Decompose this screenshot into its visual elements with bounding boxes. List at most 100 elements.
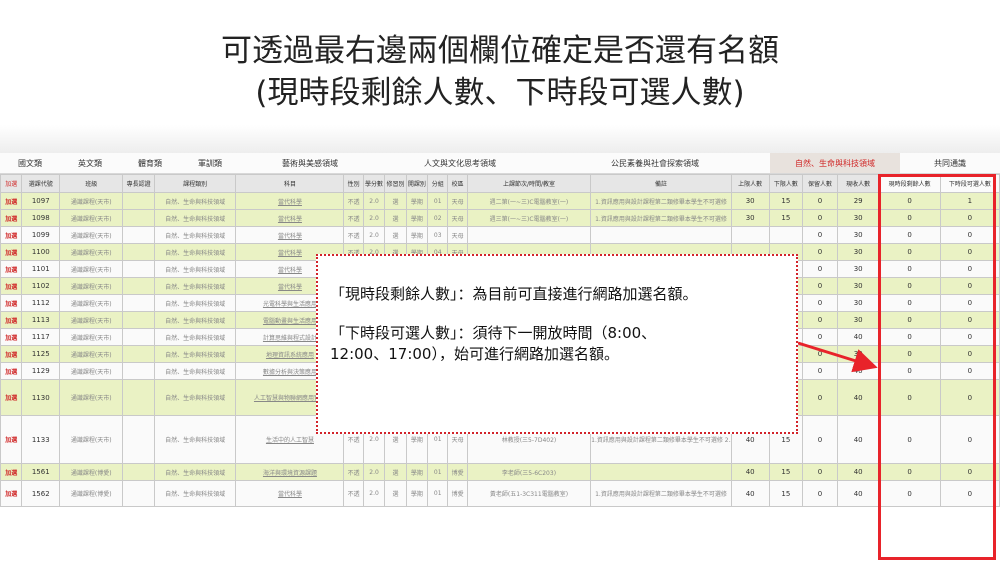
- add-course-link[interactable]: 加選: [0, 480, 23, 507]
- cell-now: 40: [836, 362, 880, 380]
- cell-cls: 通識課程(天市): [59, 192, 124, 210]
- cell-req: 選: [384, 226, 407, 244]
- add-course-link[interactable]: 加選: [0, 209, 23, 227]
- cell-time: 週二第(一~三)C電腦教室(一): [466, 192, 592, 210]
- cell-remain: 0: [878, 226, 941, 244]
- course-subject-link[interactable]: 海洋與環境資源課題: [235, 463, 345, 481]
- add-course-link[interactable]: 加選: [0, 192, 23, 210]
- cell-keep: 0: [802, 311, 838, 329]
- category-tab[interactable]: 共同通識: [900, 153, 1000, 173]
- cell-keep: 0: [802, 415, 838, 464]
- cell-min: [768, 226, 804, 244]
- cell-campus: 博愛: [447, 480, 468, 507]
- course-subject-link[interactable]: 當代科學: [235, 209, 345, 227]
- add-course-link[interactable]: 加選: [0, 277, 23, 295]
- cell-remain: 0: [878, 463, 941, 481]
- cell-credit: 2.0: [362, 192, 386, 210]
- cell-now: 40: [836, 463, 880, 481]
- course-subject-link[interactable]: 當代科學: [235, 226, 345, 244]
- add-course-link[interactable]: 加選: [0, 415, 23, 464]
- cell-keep: 0: [802, 226, 838, 244]
- cell-code: 1098: [21, 209, 61, 227]
- add-course-link[interactable]: 加選: [0, 379, 23, 416]
- cell-next: 0: [939, 379, 1000, 416]
- cell-type: 自然、生命與科技領域: [153, 362, 237, 380]
- cell-cls: 通識課程(天市): [59, 277, 124, 295]
- cell-now: 30: [836, 311, 880, 329]
- category-tab[interactable]: 人文與文化思考領域: [380, 153, 540, 173]
- cell-code: 1102: [21, 277, 61, 295]
- add-course-link[interactable]: 加選: [0, 328, 23, 346]
- add-course-link[interactable]: 加選: [0, 260, 23, 278]
- add-course-link[interactable]: 加選: [0, 226, 23, 244]
- table-row: 加選 1561 通識課程(博愛) 自然、生命與科技領域 海洋與環境資源課題 不透 2.0 選學…: [0, 463, 1000, 481]
- cell-group: 01: [427, 480, 449, 507]
- cell-cls: 通識課程(天市): [59, 243, 124, 261]
- category-tab[interactable]: 體育類: [120, 153, 180, 173]
- cell-time: [466, 226, 592, 244]
- category-tab[interactable]: 藝術與美感領域: [240, 153, 380, 173]
- cell-type: 自然、生命與科技領域: [153, 294, 237, 312]
- cell-keep: 0: [802, 243, 838, 261]
- cell-code: 1130: [21, 379, 61, 416]
- cell-next: 0: [939, 294, 1000, 312]
- cell-campus: 博愛: [447, 463, 468, 481]
- cell-keep: 0: [802, 209, 838, 227]
- cell-remain: 0: [878, 311, 941, 329]
- category-tab[interactable]: 自然、生命與科技領域: [770, 153, 900, 173]
- cell-open: 學期: [405, 192, 429, 210]
- add-course-link[interactable]: 加選: [0, 311, 23, 329]
- table-row: 加選 1562 通識課程(博愛) 自然、生命與科技領域 當代科學 不透 2.0 選學期 01 博愛…: [0, 480, 1000, 507]
- add-course-link[interactable]: 加選: [0, 463, 23, 481]
- category-tab[interactable]: 軍訓類: [180, 153, 240, 173]
- cell-next: 0: [939, 415, 1000, 464]
- cell-req: 選: [384, 209, 407, 227]
- course-subject-link[interactable]: 當代科學: [235, 480, 345, 507]
- table-row: 加選 1097 通識課程(天市) 自然、生命與科技領域 當代科學 不透 2.0 選學期 01 天母…: [0, 192, 1000, 210]
- column-header: 現收人數: [836, 174, 880, 193]
- add-course-link[interactable]: 加選: [0, 294, 23, 312]
- add-course-link[interactable]: 加選: [0, 345, 23, 363]
- add-course-link[interactable]: 加選: [0, 362, 23, 380]
- cell-cert: [122, 379, 155, 416]
- cell-code: 1125: [21, 345, 61, 363]
- cell-code: 1129: [21, 362, 61, 380]
- column-header: 科目: [235, 174, 345, 193]
- cell-remain: 0: [878, 415, 941, 464]
- cell-next: 0: [939, 328, 1000, 346]
- cell-cert: [122, 328, 155, 346]
- cell-code: 1099: [21, 226, 61, 244]
- category-tab[interactable]: 英文類: [60, 153, 120, 173]
- category-tab[interactable]: 公民素養與社會探索領域: [540, 153, 770, 173]
- cell-code: 1133: [21, 415, 61, 464]
- cell-keep: 0: [802, 362, 838, 380]
- cell-cert: [122, 480, 155, 507]
- cell-group: 02: [427, 209, 449, 227]
- cell-time: 黃老師(五1-3C311電腦教室): [466, 480, 592, 507]
- cell-code: 1101: [21, 260, 61, 278]
- cell-cls: 通識課程(博愛): [59, 463, 124, 481]
- cell-keep: 0: [802, 328, 838, 346]
- cell-cls: 通識課程(天市): [59, 260, 124, 278]
- cell-gender: 不透: [343, 209, 364, 227]
- explanation-callout: 「現時段剩餘人數」：為目前可直接進行網路加選名額。 「下時段可選人數」：須待下一…: [316, 254, 798, 434]
- cell-max: 40: [730, 463, 770, 481]
- cell-req: 選: [384, 463, 407, 481]
- cell-remain: 0: [878, 328, 941, 346]
- cell-keep: 0: [802, 480, 838, 507]
- category-tab[interactable]: 國文類: [0, 153, 60, 173]
- column-header: 加選: [0, 174, 23, 193]
- add-course-link[interactable]: 加選: [0, 243, 23, 261]
- course-subject-link[interactable]: 當代科學: [235, 192, 345, 210]
- column-header: 課程類別: [153, 174, 237, 193]
- cell-campus: 天母: [447, 209, 468, 227]
- cell-type: 自然、生命與科技領域: [153, 260, 237, 278]
- cell-now: 30: [836, 209, 880, 227]
- column-header: 班級: [59, 174, 124, 193]
- cell-cls: 通識課程(天市): [59, 345, 124, 363]
- column-header: 學分數: [362, 174, 386, 193]
- cell-note: [590, 463, 732, 481]
- table-row: 加選 1099 通識課程(天市) 自然、生命與科技領域 當代科學 不透 2.0 選學期 03 天母…: [0, 226, 1000, 244]
- cell-now: 40: [836, 379, 880, 416]
- cell-now: 29: [836, 192, 880, 210]
